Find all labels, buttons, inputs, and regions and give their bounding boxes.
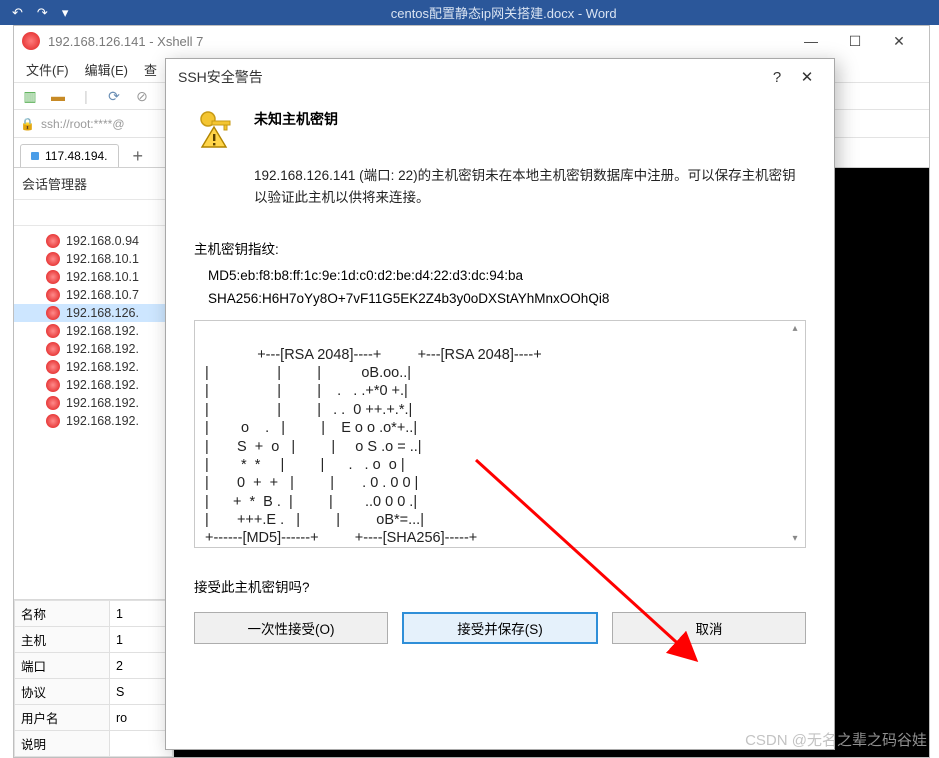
session-label: 192.168.10.7 [66, 288, 139, 302]
session-icon [46, 270, 60, 284]
session-label: 192.168.192. [66, 324, 139, 338]
scroll-up-icon[interactable]: ▴ [792, 323, 797, 335]
sidebar-toolbar [14, 200, 173, 226]
dialog-help-button[interactable]: ? [762, 69, 792, 86]
session-label: 192.168.192. [66, 396, 139, 410]
close-button[interactable]: ✕ [877, 27, 921, 55]
watermark: CSDN @无名之辈之码谷娃 [745, 729, 927, 750]
session-tree[interactable]: 192.168.0.94 192.168.10.1 192.168.10.1 192.… [14, 226, 173, 599]
scrollbar[interactable]: ▴▾ [787, 323, 803, 545]
prop-name-label: 名称 [15, 601, 110, 627]
xshell-titlebar: 192.168.126.141 - Xshell 7 — ☐ ✕ [14, 26, 929, 56]
session-icon [46, 324, 60, 338]
word-titlebar: ↶ ↷ ▾ centos配置静态ip网关搭建.docx - Word [0, 0, 939, 25]
prop-host-label: 主机 [15, 627, 110, 653]
maximize-button[interactable]: ☐ [833, 27, 877, 55]
xshell-app-icon [22, 32, 40, 50]
session-label: 192.168.192. [66, 342, 139, 356]
session-item[interactable]: 192.168.192. [14, 376, 173, 394]
key-warning-icon [194, 107, 236, 149]
terminal-tab[interactable]: 117.48.194. [20, 144, 119, 167]
dialog-heading: 未知主机密钥 [254, 109, 338, 129]
session-item[interactable]: 192.168.10.7 [14, 286, 173, 304]
prop-user-value: ro [110, 705, 173, 731]
session-item[interactable]: 192.168.192. [14, 394, 173, 412]
tab-status-icon [31, 152, 39, 160]
menu-file[interactable]: 文件(F) [20, 58, 75, 81]
prop-desc-label: 说明 [15, 731, 110, 757]
dialog-title: SSH安全警告 [178, 67, 762, 87]
session-icon [46, 378, 60, 392]
session-label: 192.168.0.94 [66, 234, 139, 248]
session-item[interactable]: 192.168.10.1 [14, 250, 173, 268]
session-item[interactable]: 192.168.192. [14, 412, 173, 430]
session-icon [46, 414, 60, 428]
accept-question: 接受此主机密钥吗? [194, 576, 806, 596]
session-icon [46, 252, 60, 266]
session-item[interactable]: 192.168.192. [14, 322, 173, 340]
session-icon [46, 360, 60, 374]
session-icon [46, 288, 60, 302]
session-item[interactable]: 192.168.192. [14, 358, 173, 376]
session-icon [46, 306, 60, 320]
prop-port-value: 2 [110, 653, 173, 679]
session-item[interactable]: 192.168.126. [14, 304, 173, 322]
session-icon [46, 396, 60, 410]
sidebar-title: 会话管理器 [14, 168, 173, 200]
disconnect-icon[interactable]: ⊘ [132, 86, 152, 106]
reconnect-icon[interactable]: ⟳ [104, 86, 124, 106]
session-label: 192.168.192. [66, 360, 139, 374]
session-item[interactable]: 192.168.0.94 [14, 232, 173, 250]
fingerprint-label: 主机密钥指纹: [194, 238, 806, 258]
session-label: 192.168.10.1 [66, 270, 139, 284]
session-properties: 名称1 主机1 端口2 协议S 用户名ro 说明 [14, 599, 173, 757]
session-sidebar: 会话管理器 192.168.0.94 192.168.10.1 192.168.10… [14, 168, 174, 757]
prop-name-value: 1 [110, 601, 173, 627]
session-icon [46, 342, 60, 356]
session-label: 192.168.192. [66, 414, 139, 428]
new-session-icon[interactable]: ▥ [20, 86, 40, 106]
session-label: 192.168.10.1 [66, 252, 139, 266]
prop-user-label: 用户名 [15, 705, 110, 731]
minimize-button[interactable]: — [789, 27, 833, 55]
lock-icon: 🔒 [20, 117, 35, 131]
dialog-close-button[interactable]: ✕ [792, 68, 822, 86]
fingerprint-sha256: SHA256:H6H7oYy8O+7vF11G5EK2Z4b3y0oDXStAY… [208, 291, 806, 306]
accept-once-button[interactable]: 一次性接受(O) [194, 612, 388, 644]
open-folder-icon[interactable]: ▬ [48, 86, 68, 106]
session-label: 192.168.192. [66, 378, 139, 392]
prop-proto-label: 协议 [15, 679, 110, 705]
session-item[interactable]: 192.168.192. [14, 340, 173, 358]
word-doc-title: centos配置静态ip网关搭建.docx - Word [68, 3, 939, 22]
session-icon [46, 234, 60, 248]
tab-label: 117.48.194. [45, 149, 108, 163]
dialog-message: 192.168.126.141 (端口: 22)的主机密钥未在本地主机密钥数据库… [254, 165, 806, 208]
sep: | [76, 86, 96, 106]
prop-proto-value: S [110, 679, 173, 705]
randomart-box[interactable]: +---[RSA 2048]----+ +---[RSA 2048]----+ … [194, 320, 806, 548]
accept-save-button[interactable]: 接受并保存(S) [402, 612, 598, 644]
prop-port-label: 端口 [15, 653, 110, 679]
undo-icon[interactable]: ↶ [12, 5, 23, 21]
dialog-titlebar: SSH安全警告 ? ✕ [166, 59, 834, 95]
menu-more[interactable]: 查 [138, 58, 163, 81]
xshell-title-text: 192.168.126.141 - Xshell 7 [48, 34, 789, 49]
randomart-text: +---[RSA 2048]----+ +---[RSA 2048]----+ … [205, 347, 542, 547]
redo-icon[interactable]: ↷ [37, 5, 48, 21]
session-item[interactable]: 192.168.10.1 [14, 268, 173, 286]
cancel-button[interactable]: 取消 [612, 612, 806, 644]
add-tab-button[interactable]: + [125, 146, 152, 167]
ssh-warning-dialog: SSH安全警告 ? ✕ 未知主机密钥 192.168.126.141 (端口: … [165, 58, 835, 750]
prop-host-value: 1 [110, 627, 173, 653]
prop-desc-value [110, 731, 173, 757]
session-label: 192.168.126. [66, 306, 139, 320]
fingerprint-md5: MD5:eb:f8:b8:ff:1c:9e:1d:c0:d2:be:d4:22:… [208, 268, 806, 283]
menu-edit[interactable]: 编辑(E) [79, 58, 134, 81]
scroll-down-icon[interactable]: ▾ [792, 533, 797, 545]
address-text[interactable]: ssh://root:****@ [41, 117, 125, 131]
